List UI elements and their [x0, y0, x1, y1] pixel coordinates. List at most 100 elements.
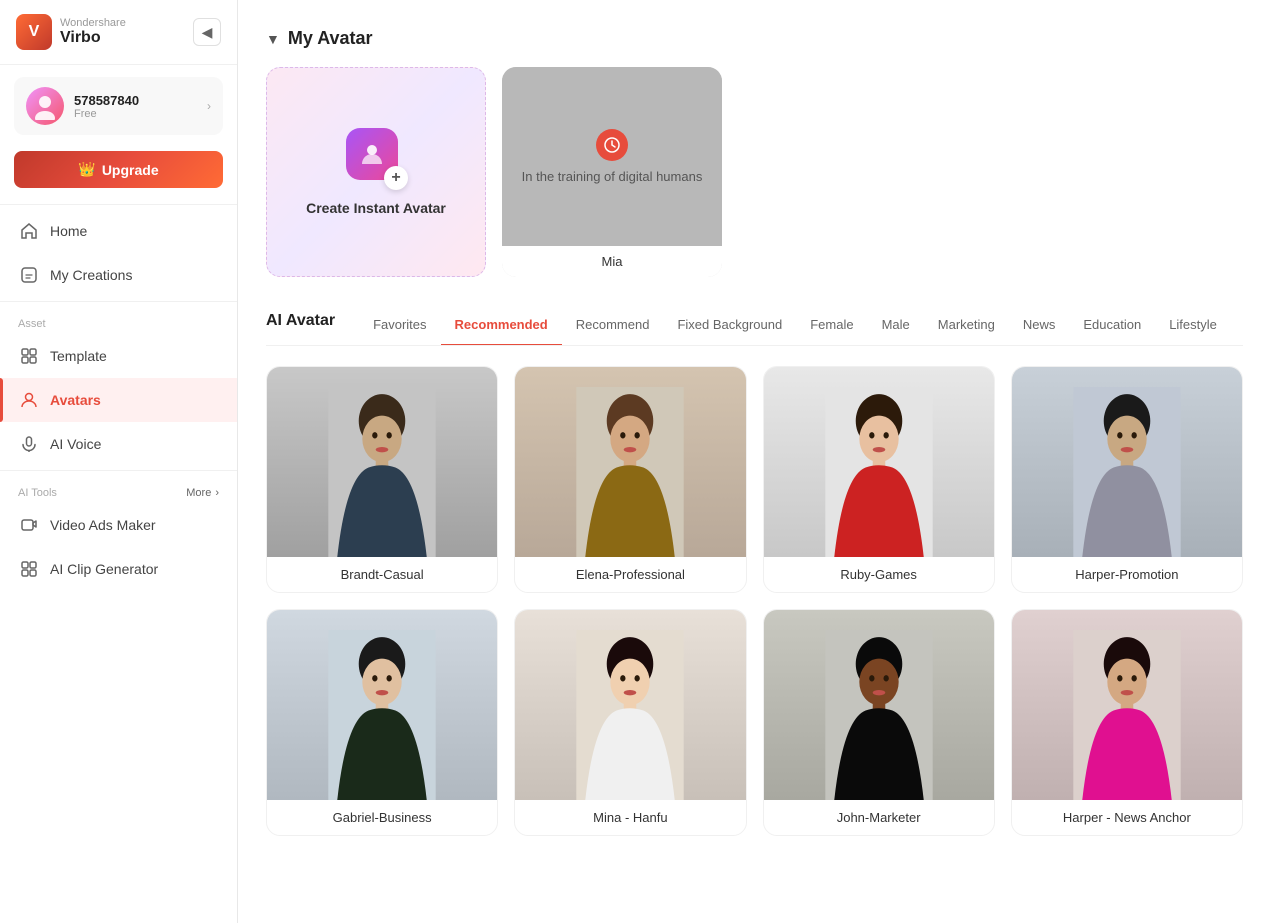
sidebar-item-avatars-label: Avatars — [50, 392, 101, 408]
section-arrow-icon: ▼ — [266, 31, 280, 47]
ai-avatar-section: AI Avatar FavoritesRecommendedRecommendF… — [266, 309, 1243, 836]
ai-avatar-title: AI Avatar — [266, 312, 359, 342]
company-name: Wondershare — [60, 17, 126, 29]
sidebar-item-ai-clip-label: AI Clip Generator — [50, 561, 158, 577]
video-ads-icon — [18, 514, 40, 536]
tools-more-link[interactable]: More › — [186, 487, 219, 499]
avatar-label-brandt: Brandt-Casual — [267, 557, 497, 592]
active-indicator — [0, 378, 3, 422]
avatar-card-elena[interactable]: Elena-Professional — [514, 366, 746, 593]
training-avatar-card[interactable]: In the training of digital humans Mia — [502, 67, 722, 277]
avatar-image-john — [764, 610, 994, 800]
avatar-image-mina-hanfu — [515, 610, 745, 800]
tools-more-icon: › — [215, 487, 219, 499]
avatars-icon — [18, 389, 40, 411]
my-avatar-header: ▼ My Avatar — [266, 28, 1243, 49]
main-content: ▼ My Avatar + Create Instant Avatar — [238, 0, 1271, 923]
training-text: In the training of digital humans — [510, 169, 715, 184]
avatar-card-ruby[interactable]: Ruby-Games — [763, 366, 995, 593]
divider-1 — [0, 204, 237, 205]
avatar-image-elena — [515, 367, 745, 557]
my-creations-icon — [18, 264, 40, 286]
upgrade-label: Upgrade — [102, 162, 159, 178]
sidebar-item-my-creations[interactable]: My Creations — [0, 253, 237, 297]
tab-lifestyle[interactable]: Lifestyle — [1155, 309, 1231, 345]
avatar — [26, 87, 64, 125]
sidebar-item-ai-clip[interactable]: AI Clip Generator — [0, 547, 237, 591]
tab-female[interactable]: Female — [796, 309, 867, 345]
avatar-image-harper-news — [1012, 610, 1242, 800]
my-avatar-row: + Create Instant Avatar In the training … — [266, 67, 1243, 277]
sidebar-item-home-label: Home — [50, 223, 87, 239]
logo: V Wondershare Virbo — [16, 14, 126, 50]
create-plus-icon: + — [384, 166, 408, 190]
avatar-grid: Brandt-Casual Elena-Professional Ruby-Game… — [266, 366, 1243, 836]
tools-more-label: More — [186, 487, 211, 499]
tab-male[interactable]: Male — [868, 309, 924, 345]
avatar-image-ruby — [764, 367, 994, 557]
training-clock-icon — [596, 129, 628, 161]
logo-icon: V — [16, 14, 52, 50]
sidebar-item-template[interactable]: Template — [0, 334, 237, 378]
user-plan: Free — [74, 108, 197, 120]
logo-text: Wondershare Virbo — [60, 17, 126, 47]
sidebar-item-video-ads-label: Video Ads Maker — [50, 517, 156, 533]
user-id: 578587840 — [74, 93, 197, 108]
tab-fixed-background[interactable]: Fixed Background — [663, 309, 796, 345]
divider-2 — [0, 301, 237, 302]
ai-avatar-header: AI Avatar FavoritesRecommendedRecommendF… — [266, 309, 1243, 346]
upgrade-icon: 👑 — [78, 161, 95, 178]
tab-marketing[interactable]: Marketing — [924, 309, 1009, 345]
sidebar-item-home[interactable]: Home — [0, 209, 237, 253]
logo-bar: V Wondershare Virbo ◀ — [0, 0, 237, 65]
sidebar-item-ai-voice[interactable]: AI Voice — [0, 422, 237, 466]
ai-clip-icon — [18, 558, 40, 580]
tab-news[interactable]: News — [1009, 309, 1070, 345]
training-card-inner: In the training of digital humans — [502, 67, 722, 246]
user-block[interactable]: 578587840 Free › — [14, 77, 223, 135]
my-avatar-title: My Avatar — [288, 28, 373, 49]
tabs-row: FavoritesRecommendedRecommendFixed Backg… — [359, 309, 1231, 345]
avatar-label-ruby: Ruby-Games — [764, 557, 994, 592]
avatar-label-elena: Elena-Professional — [515, 557, 745, 592]
asset-section-label: Asset — [0, 306, 237, 334]
tab-favorites[interactable]: Favorites — [359, 309, 440, 345]
template-icon — [18, 345, 40, 367]
sidebar-item-my-creations-label: My Creations — [50, 267, 132, 283]
avatar-card-mina-hanfu[interactable]: Mina - Hanfu — [514, 609, 746, 836]
avatar-label-harper-news: Harper - News Anchor — [1012, 800, 1242, 835]
create-avatar-label: Create Instant Avatar — [306, 200, 446, 216]
sidebar-item-ai-voice-label: AI Voice — [50, 436, 101, 452]
sidebar-item-video-ads[interactable]: Video Ads Maker — [0, 503, 237, 547]
avatar-label-harper-promo: Harper-Promotion — [1012, 557, 1242, 592]
avatar-card-harper-news[interactable]: Harper - News Anchor — [1011, 609, 1243, 836]
collapse-icon: ◀ — [202, 24, 213, 41]
avatar-image-brandt — [267, 367, 497, 557]
tools-header: AI Tools More › — [0, 475, 237, 503]
collapse-button[interactable]: ◀ — [193, 18, 221, 46]
avatar-image-harper-promo — [1012, 367, 1242, 557]
ai-voice-icon — [18, 433, 40, 455]
product-name: Virbo — [60, 29, 126, 47]
tools-section-label: AI Tools — [18, 487, 57, 499]
avatar-label-mina-hanfu: Mina - Hanfu — [515, 800, 745, 835]
tab-education[interactable]: Education — [1069, 309, 1155, 345]
user-info: 578587840 Free — [74, 93, 197, 120]
avatar-card-harper-promo[interactable]: Harper-Promotion — [1011, 366, 1243, 593]
tab-recommended[interactable]: Recommended — [441, 309, 562, 345]
create-avatar-card[interactable]: + Create Instant Avatar — [266, 67, 486, 277]
training-name: Mia — [502, 246, 722, 277]
divider-3 — [0, 470, 237, 471]
sidebar: V Wondershare Virbo ◀ 578587840 Free › 👑… — [0, 0, 238, 923]
avatar-card-brandt[interactable]: Brandt-Casual — [266, 366, 498, 593]
avatar-image-gabriel — [267, 610, 497, 800]
avatar-card-john[interactable]: John-Marketer — [763, 609, 995, 836]
sidebar-item-avatars[interactable]: Avatars — [0, 378, 237, 422]
avatar-card-gabriel[interactable]: Gabriel-Business — [266, 609, 498, 836]
tab-recommend[interactable]: Recommend — [562, 309, 664, 345]
avatar-label-gabriel: Gabriel-Business — [267, 800, 497, 835]
sidebar-item-template-label: Template — [50, 348, 107, 364]
avatar-label-john: John-Marketer — [764, 800, 994, 835]
upgrade-button[interactable]: 👑 Upgrade — [14, 151, 223, 188]
home-icon — [18, 220, 40, 242]
